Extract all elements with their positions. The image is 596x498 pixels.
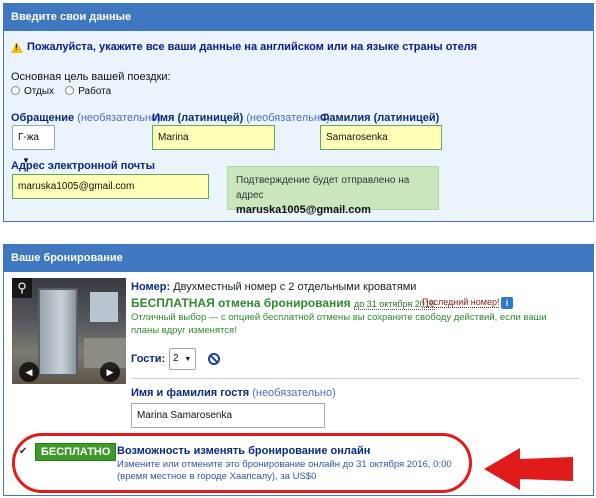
salutation-value: Г-жа — [18, 132, 39, 143]
radio-leisure[interactable] — [11, 86, 20, 95]
free-cancellation-text: БЕСПЛАТНАЯ отмена бронирования — [131, 296, 351, 310]
free-cancellation-description: Отличный выбор — с опцией бесплатной отм… — [131, 312, 547, 336]
first-name-input[interactable]: Marina — [152, 125, 275, 150]
info-icon[interactable]: i — [501, 297, 513, 309]
email-confirmation-box: Подтверждение будет отправлено на адрес … — [227, 166, 439, 216]
first-name-optional: (необязательно) — [246, 112, 330, 124]
guests-label: Гости: — [131, 353, 166, 365]
highlight-oval — [12, 433, 472, 493]
email-label: Адрес электронной почты — [11, 160, 155, 172]
chevron-down-icon: ▼ — [184, 356, 192, 363]
no-entry-icon — [208, 353, 220, 365]
radio-leisure-label: Отдых — [24, 86, 55, 97]
red-arrow-icon — [484, 448, 573, 490]
personal-details-header: Введите свои данные — [4, 4, 593, 31]
guests-select[interactable]: 2 ▼ — [169, 348, 196, 370]
email-input[interactable]: maruska1005@gmail.com — [12, 174, 209, 199]
first-name-label: Имя (латиницей) — [152, 112, 244, 124]
last-room-label[interactable]: Последний номер! — [422, 297, 500, 308]
radio-business[interactable] — [65, 86, 75, 95]
personal-details-panel: Введите свои данные Пожалуйста, укажите … — [3, 3, 594, 222]
first-name-label-row: Имя (латиницей) (необязательно) — [152, 112, 330, 124]
confirmation-text: Подтверждение будет отправлено на адрес — [236, 175, 410, 201]
room-name: Двухместный номер с 2 отдельными кроватя… — [173, 281, 417, 293]
room-title: Номер: Двухместный номер с 2 отдельными … — [131, 281, 416, 293]
last-name-input[interactable]: Samarosenka — [320, 125, 442, 150]
warning-row: Пожалуйста, укажите все ваши данные на а… — [11, 41, 477, 53]
photo-window — [90, 292, 118, 322]
room-photo[interactable]: ⚲ ◀ ▶ — [12, 278, 126, 384]
magnifier-icon[interactable]: ⚲ — [12, 278, 32, 298]
booking-header: Ваше бронирование — [4, 245, 593, 272]
arrow-right-icon[interactable]: ▶ — [100, 362, 120, 382]
guest-name-optional: (необязательно) — [252, 387, 336, 399]
last-name-label-row: Фамилия (латиницей) — [320, 112, 439, 124]
last-name-label: Фамилия (латиницей) — [320, 112, 440, 124]
photo-wardrobe — [38, 288, 78, 376]
guest-name-input[interactable]: Marina Samarosenka — [131, 403, 325, 428]
purpose-label: Основная цель вашей поездки: — [11, 71, 171, 83]
email-label-row: Адрес электронной почты — [11, 160, 155, 172]
salutation-label-row: Обращение (необязательно) — [11, 112, 161, 124]
salutation-label: Обращение — [11, 112, 75, 124]
arrow-left-icon[interactable]: ◀ — [19, 362, 39, 382]
purpose-options: Отдых Работа — [11, 86, 111, 97]
free-cancellation: БЕСПЛАТНАЯ отмена бронирования до 31 окт… — [131, 296, 435, 310]
radio-business-label: Работа — [78, 86, 112, 97]
divider — [131, 378, 579, 379]
warning-icon — [11, 41, 23, 53]
salutation-select[interactable]: Г-жа ▼ — [12, 125, 55, 165]
guest-name-label: Имя и фамилия гостя — [131, 387, 250, 399]
guest-name-label-row: Имя и фамилия гостя (необязательно) — [131, 387, 336, 399]
guests-value: 2 — [173, 353, 179, 364]
room-label: Номер: — [131, 281, 171, 293]
salutation-optional: (необязательно) — [77, 112, 161, 124]
warning-text: Пожалуйста, укажите все ваши данные на а… — [27, 41, 478, 53]
confirmation-email: maruska1005@gmail.com — [236, 204, 371, 216]
